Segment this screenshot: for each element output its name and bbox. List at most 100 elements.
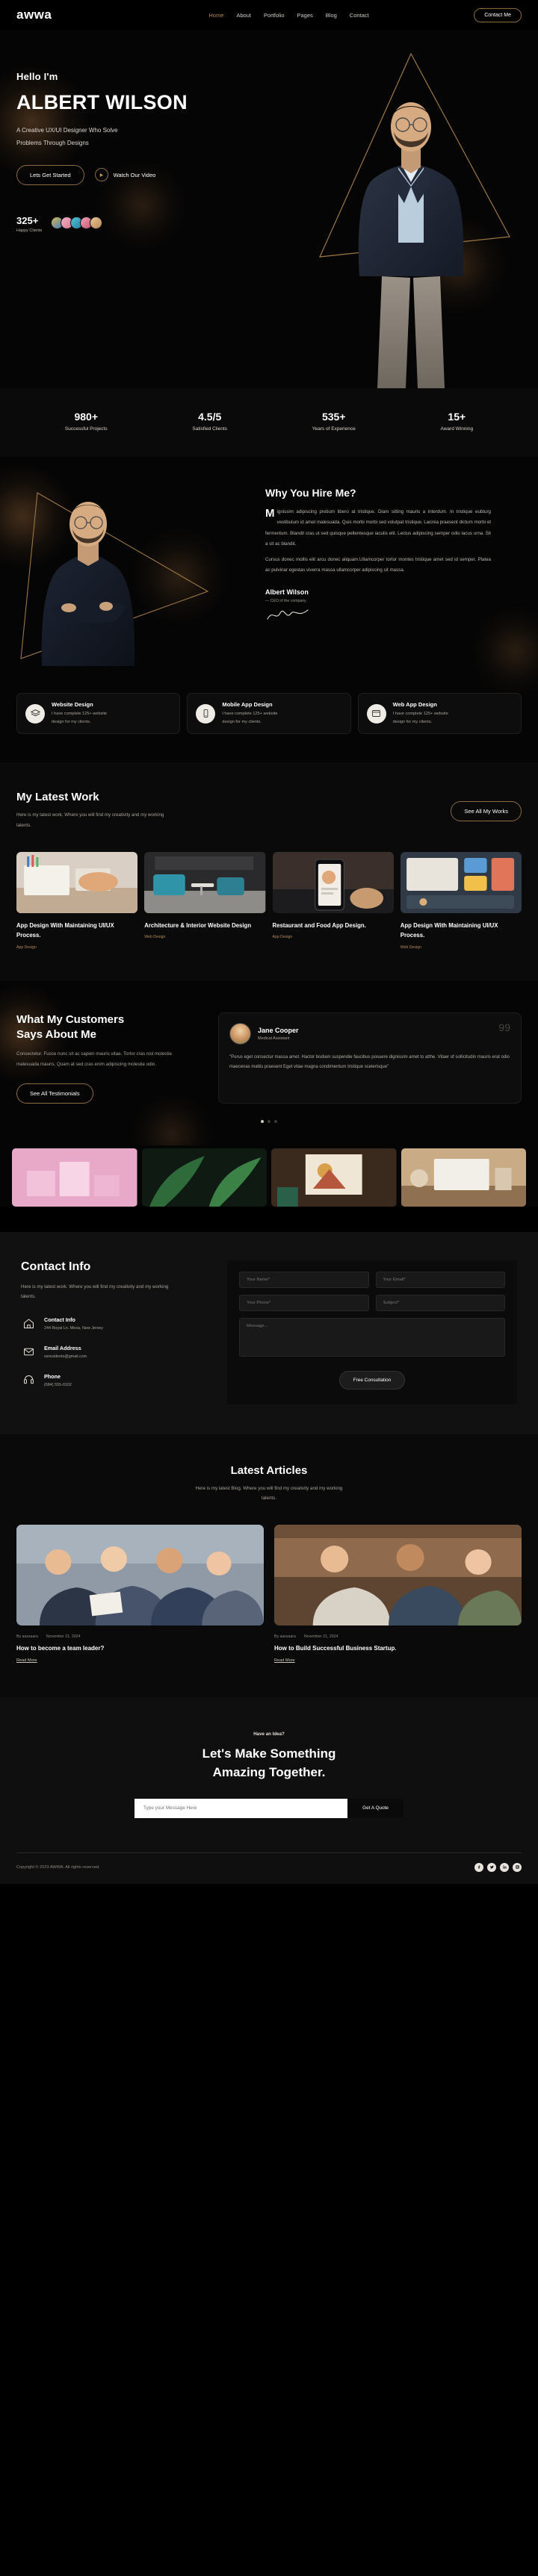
- message-input[interactable]: [134, 1798, 348, 1818]
- carousel-dot[interactable]: [261, 1119, 264, 1123]
- work-card[interactable]: App Design With Maintaining UI/UX Proces…: [400, 851, 522, 950]
- message-field[interactable]: [239, 1317, 505, 1357]
- hero-section: Hello I'm ALBERT WILSON A Creative UX/UI…: [0, 30, 538, 388]
- contact-me-button[interactable]: Contact Me: [474, 7, 522, 22]
- cta-message-form: Get A Quote: [134, 1798, 404, 1818]
- nav-item-blog[interactable]: Blog: [326, 12, 337, 19]
- signer-name: Albert Wilson: [265, 588, 309, 596]
- article-thumbnail: [274, 1524, 522, 1625]
- article-card[interactable]: By aassaara November 21, 2024 How to bec…: [16, 1524, 264, 1663]
- latest-work-section: My Latest Work Here is my latest work. W…: [0, 762, 538, 981]
- phone-field[interactable]: [239, 1294, 369, 1311]
- work-card[interactable]: Restaurant and Food App Design. App Desi…: [272, 851, 394, 950]
- testimonials-title-line2: Says About Me: [16, 1028, 96, 1042]
- instagram-icon[interactable]: [513, 1862, 522, 1872]
- name-field[interactable]: [239, 1271, 369, 1288]
- avatar: [90, 216, 103, 229]
- testimonials-title-line1: What My Customers: [16, 1012, 125, 1026]
- article-card[interactable]: By aassaara November 21, 2024 How to Bui…: [274, 1524, 522, 1663]
- gallery-item[interactable]: [401, 1148, 526, 1207]
- article-meta: By aassaara November 21, 2024: [274, 1634, 522, 1639]
- form-row: [239, 1294, 505, 1311]
- stat-item: 4.5/5 Satisfied Clients: [192, 411, 227, 432]
- free-consultation-button[interactable]: Free Consultation: [338, 1370, 406, 1390]
- work-card-tag: Web Design: [144, 935, 166, 940]
- get-a-quote-button[interactable]: Get A Quote: [347, 1798, 404, 1818]
- article-title: How to Build Successful Business Startup…: [274, 1644, 397, 1652]
- carousel-dot[interactable]: [274, 1119, 277, 1123]
- why-paragraph-2: Cursus donec mollis elit arcu donec aliq…: [265, 557, 491, 573]
- work-card[interactable]: Architecture & Interior Website Design W…: [144, 851, 266, 950]
- contact-item-text: Email Address ssresidents@gmail.com: [44, 1345, 87, 1359]
- nav-item-home[interactable]: Home: [208, 12, 223, 19]
- contact-item-title: Phone: [44, 1372, 61, 1380]
- hero-actions: Lets Get Started Watch Our Video: [16, 164, 538, 185]
- service-desc-line1: I have complete 125+ website: [392, 712, 448, 716]
- read-more-link[interactable]: Read More: [16, 1658, 264, 1663]
- contact-title: Contact Info: [21, 1260, 91, 1273]
- page-root: awwa Home About Portfolio Pages Blog Con…: [0, 0, 538, 1884]
- service-desc: I have complete 125+ website design for …: [52, 710, 107, 726]
- see-all-testimonials-button[interactable]: See All Testimonials: [16, 1083, 93, 1104]
- work-card-title: App Design With Maintaining UI/UX Proces…: [400, 921, 498, 939]
- site-header: awwa Home About Portfolio Pages Blog Con…: [0, 0, 538, 30]
- see-all-works-button[interactable]: See All My Works: [451, 801, 522, 822]
- contact-item-value: 244 Royal Ln. Mesa, New Jersey: [44, 1325, 104, 1331]
- service-card-website-design[interactable]: Website Design I have complete 125+ webs…: [16, 693, 181, 735]
- gallery-item[interactable]: [141, 1148, 267, 1207]
- happy-clients-block: 325+ Happy Clients: [16, 215, 538, 233]
- contact-item-email: Email Address ssresidents@gmail.com: [21, 1345, 208, 1359]
- avatar: [229, 1022, 251, 1045]
- watch-video-button[interactable]: Watch Our Video: [94, 168, 155, 182]
- subject-field[interactable]: [375, 1294, 505, 1311]
- cta-eyebrow: Have an Idea?: [253, 1731, 285, 1737]
- article-date: November 21, 2024: [303, 1634, 338, 1639]
- main-nav: Home About Portfolio Pages Blog Contact: [208, 12, 368, 19]
- service-card-mobile-app-design[interactable]: Mobile App Design I have complete 125+ w…: [187, 693, 351, 735]
- article-meta: By aassaara November 21, 2024: [16, 1634, 264, 1639]
- service-card-web-app-design[interactable]: Web App Design I have complete 125+ webs…: [357, 693, 522, 735]
- twitter-icon[interactable]: [487, 1862, 496, 1872]
- work-thumbnail: [144, 851, 266, 913]
- linkedin-icon[interactable]: [500, 1862, 509, 1872]
- work-card-title: Restaurant and Food App Design.: [272, 921, 366, 929]
- work-thumbnail: [400, 851, 522, 913]
- cta-title: Let's Make Something Amazing Together.: [16, 1744, 522, 1782]
- contact-item-text: Contact Info 244 Royal Ln. Mesa, New Jer…: [44, 1316, 103, 1331]
- social-links: [474, 1862, 522, 1872]
- contact-info-block: Contact Info Here is my latest work. Whe…: [21, 1260, 208, 1404]
- nav-item-pages[interactable]: Pages: [297, 12, 313, 19]
- article-title: How to become a team leader?: [16, 1644, 105, 1652]
- lets-get-started-button[interactable]: Lets Get Started: [16, 164, 84, 185]
- email-field[interactable]: [375, 1271, 505, 1288]
- work-card[interactable]: App Design With Maintaining UI/UX Proces…: [16, 851, 138, 950]
- why-hire-section: Why You Hire Me? Mignissim adipiscing pr…: [0, 457, 538, 763]
- nav-item-about[interactable]: About: [236, 12, 251, 19]
- testimonial-text: "Purus eget consectur massa amet. Hactor…: [229, 1054, 510, 1070]
- contact-subtitle: Here is my latest work. Where you will f…: [21, 1284, 169, 1300]
- contact-item-value: (684) 555-0102: [44, 1382, 72, 1387]
- service-desc-line1: I have complete 125+ website: [222, 712, 278, 716]
- stat-label: Successful Projects: [64, 426, 108, 432]
- phone-icon: [21, 1374, 36, 1387]
- gallery-item[interactable]: [271, 1148, 397, 1207]
- drop-cap: M: [265, 507, 275, 520]
- carousel-dot[interactable]: [268, 1119, 270, 1123]
- client-avatars: [51, 216, 103, 229]
- facebook-icon[interactable]: [474, 1862, 483, 1872]
- read-more-link[interactable]: Read More: [274, 1658, 522, 1663]
- testimonial-role: Medical Assistant: [258, 1036, 290, 1041]
- gallery-item[interactable]: [12, 1148, 137, 1207]
- logo[interactable]: awwa: [16, 7, 52, 22]
- testimonials-subtitle: Consectetur. Fusce nunc sit ac sapien ma…: [16, 1051, 172, 1067]
- happy-clients-count: 325+: [16, 214, 39, 226]
- article-author: By aassaara: [16, 1634, 38, 1639]
- contact-item-phone: Phone (684) 555-0102: [21, 1373, 208, 1387]
- site-footer: Copyright © 2023 AWWA. All rights reserv…: [16, 1853, 522, 1884]
- signer-role: — CEO of the company: [265, 598, 306, 603]
- cta-section: Have an Idea? Let's Make Something Amazi…: [0, 1696, 538, 1884]
- nav-item-contact[interactable]: Contact: [350, 12, 369, 19]
- stat-item: 980+ Successful Projects: [65, 411, 108, 432]
- work-card-tag: App Design: [16, 945, 37, 950]
- nav-item-portfolio[interactable]: Portfolio: [264, 12, 285, 19]
